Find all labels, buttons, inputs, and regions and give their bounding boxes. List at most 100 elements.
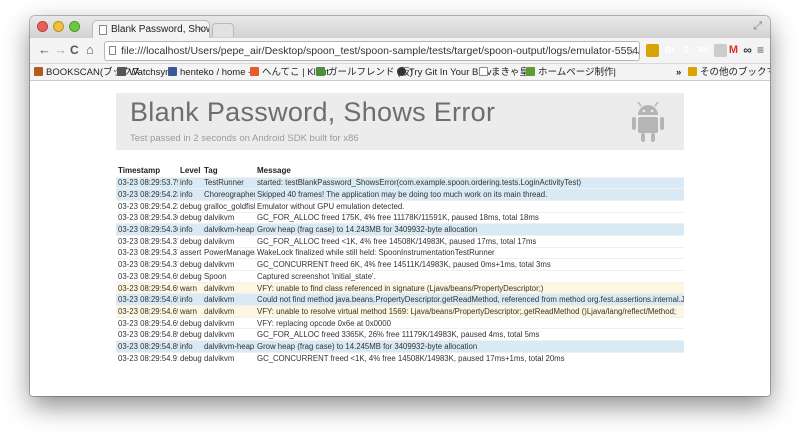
table-row: 03-23 08:29:54.699warndalvikvmVFY: unabl… (116, 281, 684, 294)
cell-message: Grow heap (frag case) to 14.243MB for 34… (255, 223, 684, 236)
document-icon (99, 25, 107, 35)
table-row: 03-23 08:29:54.238infoChoreographerSkipp… (116, 188, 684, 201)
cell-tag: gralloc_goldfish (202, 199, 255, 213)
cell-message: GC_FOR_ALLOC freed 3365K, 26% free 11179… (255, 328, 684, 341)
forward-button[interactable]: → (54, 42, 67, 57)
extension-folder-icon[interactable] (646, 44, 659, 57)
cell-tag: dalvikvm (202, 305, 255, 318)
chrome-menu-icon[interactable]: ≡ (754, 44, 767, 57)
cell-tag: dalvikvm (202, 258, 255, 271)
cell-tag: dalvikvm (202, 211, 255, 224)
column-header-level: Level (180, 166, 201, 176)
address-bar[interactable]: file:///localhost/Users/pepe_air/Desktop… (104, 41, 640, 61)
table-row: 03-23 08:29:54.898debugdalvikvmGC_FOR_AL… (116, 328, 684, 341)
bookmark-favicon (316, 67, 325, 76)
page-title: Blank Password, Shows Error (130, 97, 496, 127)
fullscreen-icon[interactable]: ⤢ (753, 20, 762, 33)
url-text: file:///localhost/Users/pepe_air/Desktop… (121, 45, 639, 57)
cell-tag: PowerManager (202, 246, 255, 259)
cell-message: Could not find method java.beans.Propert… (255, 293, 684, 306)
other-bookmarks-folder[interactable]: その他のブックマーク (688, 66, 770, 79)
bookmark-favicon (34, 67, 43, 76)
cell-message: GC_FOR_ALLOC freed <1K, 4% free 14508K/1… (255, 234, 684, 248)
tab-close-button[interactable]: × (198, 21, 204, 38)
table-row: 03-23 08:29:54.699infodalvikvmCould not … (116, 293, 684, 306)
table-row: 03-23 08:29:54.918debugdalvikvmGC_CONCUR… (116, 351, 684, 364)
bookmark-star-icon[interactable]: ☆ (625, 42, 636, 60)
new-tab-button[interactable] (212, 23, 234, 37)
bookmark-favicon (168, 67, 177, 76)
cell-level: warn (178, 281, 202, 294)
cell-timestamp: 03-23 08:29:54.238 (116, 188, 178, 201)
home-button[interactable]: ⌂ (86, 42, 94, 57)
github-icon (397, 67, 406, 76)
cell-tag: dalvikvm (202, 293, 255, 306)
cell-timestamp: 03-23 08:29:54.379 (116, 246, 178, 259)
cell-tag: Choreographer (202, 188, 255, 201)
wifi-icon (117, 67, 126, 76)
cell-message: started: testBlankPassword_ShowsError(co… (255, 176, 684, 189)
table-header-row: Timestamp Level Tag Message (116, 165, 684, 177)
cell-tag: dalvikvm (202, 351, 255, 364)
cell-timestamp: 03-23 08:29:54.238 (116, 199, 178, 213)
cell-message: GC_CONCURRENT freed 6K, 4% free 14511K/1… (255, 258, 684, 271)
cell-level: debug (178, 211, 202, 224)
log-rows: 03-23 08:29:53.798infoTestRunnerstarted:… (116, 176, 684, 364)
extension-glasses-icon[interactable]: ∞ (741, 44, 754, 57)
reload-button[interactable]: C (70, 43, 79, 57)
cell-message: VFY: replacing opcode 0x6e at 0x0000 (255, 316, 684, 329)
gmail-icon[interactable]: M (727, 44, 740, 57)
cell-tag: dalvikvm-heap (202, 340, 255, 353)
test-header: Blank Password, Shows Error Test passed … (116, 93, 684, 150)
bookmarks-overflow-button[interactable]: » (676, 66, 681, 79)
table-row: 03-23 08:29:54.898infodalvikvm-heapGrow … (116, 340, 684, 353)
column-header-message: Message (257, 166, 291, 176)
table-row: 03-23 08:29:54.379assertPowerManagerWake… (116, 246, 684, 259)
table-row: 03-23 08:29:54.699warndalvikvmVFY: unabl… (116, 305, 684, 318)
page-content: Blank Password, Shows Error Test passed … (30, 81, 770, 396)
cell-timestamp: 03-23 08:29:54.699 (116, 305, 178, 318)
bookmark-item[interactable]: henteko / home -- (168, 66, 254, 79)
cell-timestamp: 03-23 08:29:54.699 (116, 316, 178, 329)
minimize-window-button[interactable] (53, 21, 64, 32)
browser-tab[interactable]: Blank Password, Shows Er × (92, 20, 210, 38)
cell-timestamp: 03-23 08:29:54.898 (116, 340, 178, 353)
back-button[interactable]: ← (38, 42, 51, 57)
hatena-bookmark-icon[interactable]: B! (663, 44, 676, 57)
cell-timestamp: 03-23 08:29:54.898 (116, 328, 178, 341)
cell-level: info (178, 293, 202, 306)
cell-message: WakeLock finalized while still held: Spo… (255, 246, 684, 259)
bookmark-item[interactable]: まきゃ皇 (479, 66, 529, 79)
bookmark-item[interactable]: ホームページ制作| (526, 66, 616, 79)
bookmark-item[interactable]: Watchsync (117, 66, 175, 79)
browser-toolbar: ← → C ⌂ file:///localhost/Users/pepe_air… (30, 38, 770, 64)
table-row: 03-23 08:29:54.379debugdalvikvmGC_CONCUR… (116, 258, 684, 271)
close-window-button[interactable] (37, 21, 48, 32)
zoom-window-button[interactable] (69, 21, 80, 32)
cell-timestamp: 03-23 08:29:54.360 (116, 211, 178, 224)
cell-level: debug (178, 258, 202, 271)
android-robot-icon (632, 101, 664, 142)
cell-tag: dalvikvm (202, 281, 255, 294)
cell-tag: dalvikvm (202, 328, 255, 341)
cell-message: GC_CONCURRENT freed <1K, 4% free 14508K/… (255, 351, 684, 364)
tab-title: Blank Password, Shows Er (111, 24, 209, 35)
cell-tag: dalvikvm (202, 234, 255, 248)
extension-gray-icon[interactable] (714, 44, 727, 57)
cell-message: Captured screenshot 'initial_state'. (255, 270, 684, 283)
extension-counter-icon[interactable]: 300 (697, 44, 710, 57)
cell-message: Skipped 40 frames! The application may b… (255, 188, 684, 201)
extension-badge-icon[interactable]: 2 (680, 44, 693, 57)
logcat-table: Timestamp Level Tag Message 03-23 08:29:… (116, 165, 684, 364)
table-row: 03-23 08:29:54.699debugSpoonCaptured scr… (116, 270, 684, 283)
cell-message: GC_FOR_ALLOC freed 175K, 4% free 11178K/… (255, 211, 684, 224)
cell-message: VFY: unable to resolve virtual method 15… (255, 305, 684, 318)
table-row: 03-23 08:29:54.238debuggralloc_goldfishE… (116, 199, 684, 213)
cell-timestamp: 03-23 08:29:54.699 (116, 293, 178, 306)
cell-level: debug (178, 270, 202, 283)
table-row: 03-23 08:29:54.379debugdalvikvmGC_FOR_AL… (116, 234, 684, 248)
folder-icon (688, 67, 697, 76)
cell-timestamp: 03-23 08:29:54.918 (116, 351, 178, 364)
bookmark-item[interactable]: Try Git In Your Brov (397, 66, 492, 79)
cell-message: Emulator without GPU emulation detected. (255, 199, 684, 213)
